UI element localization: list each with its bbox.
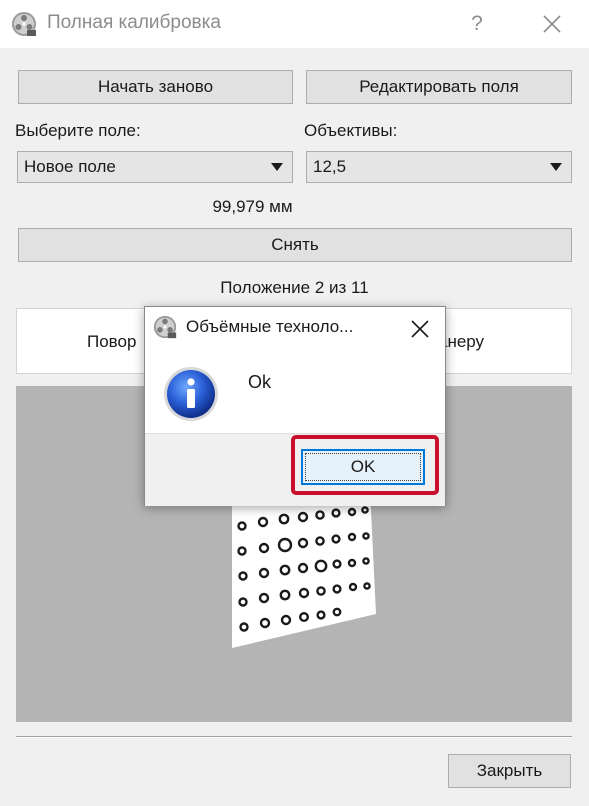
message-box-title: Объёмные техноло...: [186, 317, 354, 336]
lens-select[interactable]: 12,5: [306, 151, 572, 183]
dropdown-arrow-icon: [550, 163, 562, 171]
field-select-value: Новое поле: [24, 157, 116, 176]
instruction-text-left: Повор: [87, 332, 137, 351]
position-counter: Положение 2 из 11: [220, 278, 369, 297]
measurement-readout: 99,979 мм: [212, 197, 293, 216]
close-button[interactable]: Закрыть: [448, 754, 571, 788]
close-icon[interactable]: [405, 314, 435, 344]
field-select[interactable]: Новое поле: [17, 151, 293, 183]
footer-separator: [16, 736, 572, 738]
capture-button[interactable]: Снять: [18, 228, 572, 262]
help-button[interactable]: ?: [462, 8, 492, 40]
close-icon[interactable]: [532, 6, 572, 42]
ok-button[interactable]: OK: [301, 449, 425, 485]
lens-select-value: 12,5: [313, 157, 347, 176]
lens-select-label: Объективы:: [304, 121, 398, 140]
edit-fields-button[interactable]: Редактировать поля: [306, 70, 572, 104]
film-reel-icon: [153, 315, 177, 339]
message-text: Ok: [248, 372, 272, 392]
dropdown-arrow-icon: [271, 163, 283, 171]
restart-button[interactable]: Начать заново: [18, 70, 293, 104]
info-icon: [164, 367, 218, 421]
window-title: Полная калибровка: [47, 12, 221, 33]
field-select-label: Выберите поле:: [15, 121, 141, 140]
film-reel-icon: [12, 12, 36, 36]
